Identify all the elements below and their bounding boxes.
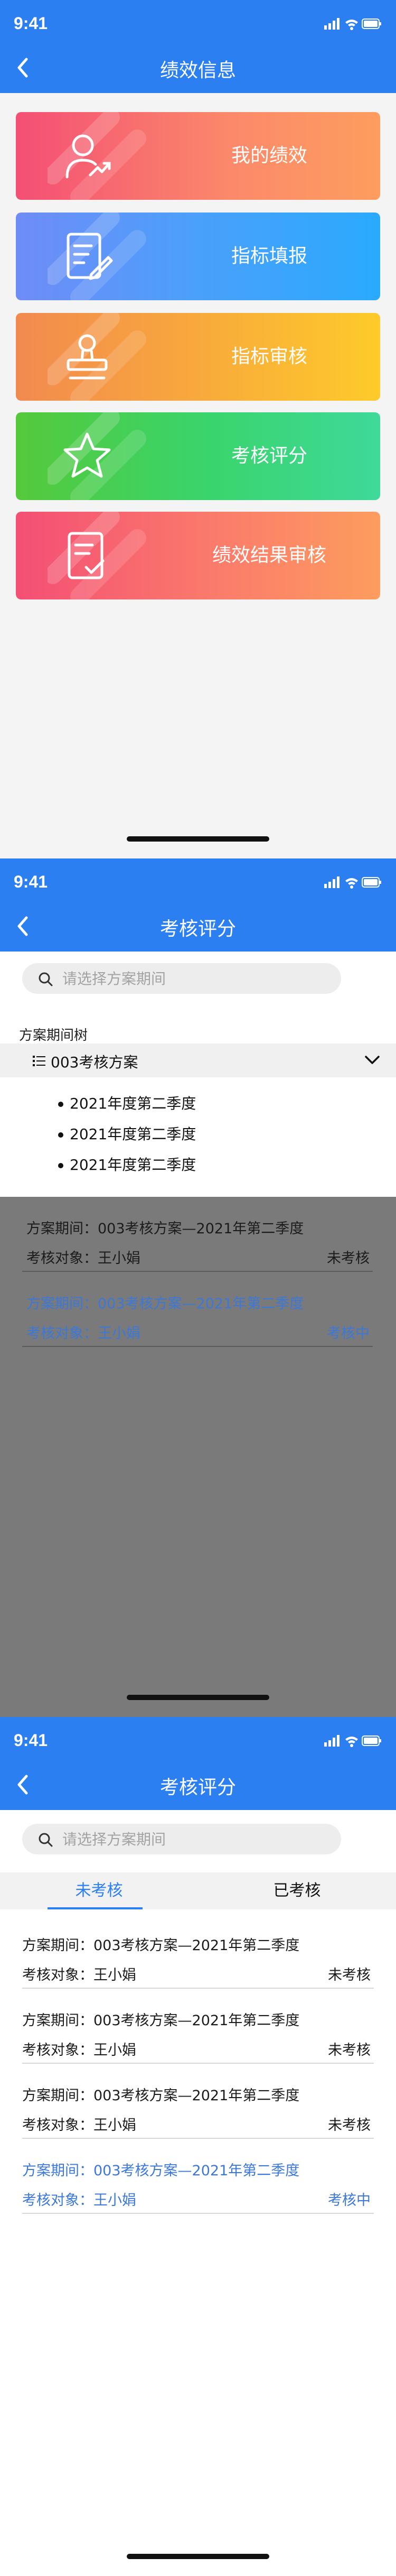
list-item[interactable]: 方案期间：003考核方案—2021年第二季度 考核对象：王小娟 未考核 [22, 1914, 374, 1989]
card-indicator-report[interactable]: 指标填报 [16, 213, 380, 300]
card-my-performance[interactable]: 我的绩效 [16, 112, 380, 200]
status-text: 未考核 [328, 2117, 371, 2134]
page-title: 考核评分 [159, 918, 236, 940]
home-indicator [127, 2554, 269, 2559]
status-time: 9:41 [14, 1731, 48, 1750]
card-label: 指标填报 [231, 245, 307, 267]
target-text: 考核对象：王小娟 [22, 1967, 136, 1983]
home-indicator [127, 1695, 269, 1700]
list-item[interactable]: 方案期间：003考核方案—2021年第二季度 考核对象：王小娟 考核中 [22, 1272, 373, 1347]
tree-item[interactable]: 2021年度第二季度 [58, 1123, 196, 1144]
list-icon [33, 1056, 45, 1066]
period-text: 方案期间：003考核方案—2021年第二季度 [22, 2088, 300, 2104]
list-item[interactable]: 方案期间：003考核方案—2021年第二季度 考核对象：王小娟 未考核 [22, 2064, 374, 2139]
status-icons [324, 18, 381, 30]
nav-bar: 9:41 考核评分 [0, 858, 396, 952]
target-text: 考核对象：王小娟 [26, 1325, 140, 1342]
tree-item[interactable]: 2021年度第二季度 [58, 1092, 196, 1113]
home-indicator [127, 836, 269, 842]
screen-performance-info: 9:41 绩效信息 我的绩效 指标填报 指标审核 考核评分 绩效结果审核 [0, 0, 396, 858]
search-bar[interactable] [22, 963, 341, 994]
tree-item[interactable]: 2021年度第二季度 [58, 1153, 196, 1175]
star-icon [63, 432, 111, 478]
status-text: 考核中 [328, 2192, 371, 2209]
page-title: 考核评分 [159, 1777, 236, 1798]
tab-assessed[interactable]: 已考核 [198, 1872, 396, 1909]
tree-item-label: 2021年度第二季度 [70, 1156, 196, 1174]
tree-root[interactable]: 003考核方案 [0, 1044, 396, 1077]
nav-bar: 9:41 考核评分 [0, 1717, 396, 1810]
tree-item-label: 2021年度第二季度 [70, 1125, 196, 1143]
card-label: 我的绩效 [231, 145, 307, 167]
status-text: 未考核 [327, 1250, 370, 1267]
status-time: 9:41 [14, 14, 48, 33]
bullet-icon [58, 1132, 63, 1138]
period-text: 方案期间：003考核方案—2021年第二季度 [26, 1221, 304, 1237]
tab-unassessed[interactable]: 未考核 [0, 1872, 198, 1909]
search-input[interactable] [62, 963, 326, 994]
status-time: 9:41 [14, 872, 48, 891]
bullet-icon [58, 1102, 63, 1107]
checklist-document-icon [68, 532, 105, 579]
card-label: 绩效结果审核 [212, 544, 326, 566]
card-result-review[interactable]: 绩效结果审核 [16, 512, 380, 599]
chevron-down-icon[interactable] [364, 1054, 380, 1066]
card-label: 考核评分 [231, 445, 307, 467]
card-indicator-review[interactable]: 指标审核 [16, 313, 380, 401]
list-item[interactable]: 方案期间：003考核方案—2021年第二季度 考核对象：王小娟 考核中 [22, 2139, 374, 2214]
bullet-icon [58, 1163, 63, 1168]
period-text: 方案期间：003考核方案—2021年第二季度 [22, 1937, 300, 1954]
target-text: 考核对象：王小娟 [22, 2192, 136, 2209]
tree-title: 方案期间树 [19, 1028, 88, 1044]
screen-assessment-list: 9:41 考核评分 未考核 已考核 方案期间：003考核方案—2021年第二季度… [0, 1717, 396, 2576]
period-text: 方案期间：003考核方案—2021年第二季度 [22, 2012, 300, 2029]
tree-item-label: 2021年度第二季度 [70, 1095, 196, 1112]
search-input[interactable] [62, 1824, 326, 1854]
list-item[interactable]: 方案期间：003考核方案—2021年第二季度 考核对象：王小娟 未考核 [22, 1989, 374, 2064]
search-icon [39, 972, 53, 986]
period-text: 方案期间：003考核方案—2021年第二季度 [26, 1296, 304, 1312]
nav-bar: 9:41 绩效信息 [0, 0, 396, 93]
card-assessment-score[interactable]: 考核评分 [16, 412, 380, 500]
status-icons [324, 876, 381, 889]
active-tab-indicator [48, 1907, 143, 1909]
target-text: 考核对象：王小娟 [26, 1250, 140, 1267]
page-title: 绩效信息 [159, 60, 236, 81]
tree-root-label: 003考核方案 [51, 1054, 138, 1071]
search-icon [39, 1833, 53, 1847]
status-icons [324, 1735, 381, 1747]
period-text: 方案期间：003考核方案—2021年第二季度 [22, 2163, 300, 2179]
tab-bar: 未考核 已考核 [0, 1872, 396, 1909]
status-text: 未考核 [328, 2042, 371, 2058]
modal-overlay[interactable]: 方案期间：003考核方案—2021年第二季度 考核对象：王小娟 未考核 方案期间… [0, 1197, 396, 1717]
edit-document-icon [67, 233, 113, 280]
card-label: 指标审核 [231, 346, 307, 367]
status-text: 未考核 [328, 1967, 371, 1983]
target-text: 考核对象：王小娟 [22, 2117, 136, 2134]
screen-assessment-tree: 9:41 考核评分 方案期间树 003考核方案 2021年度第二季度 2021年… [0, 858, 396, 1717]
target-text: 考核对象：王小娟 [22, 2042, 136, 2058]
search-bar[interactable] [22, 1824, 341, 1854]
list-item[interactable]: 方案期间：003考核方案—2021年第二季度 考核对象：王小娟 未考核 [22, 1197, 373, 1272]
stamp-icon [67, 334, 108, 380]
status-text: 考核中 [327, 1325, 370, 1342]
user-growth-icon [65, 134, 111, 179]
